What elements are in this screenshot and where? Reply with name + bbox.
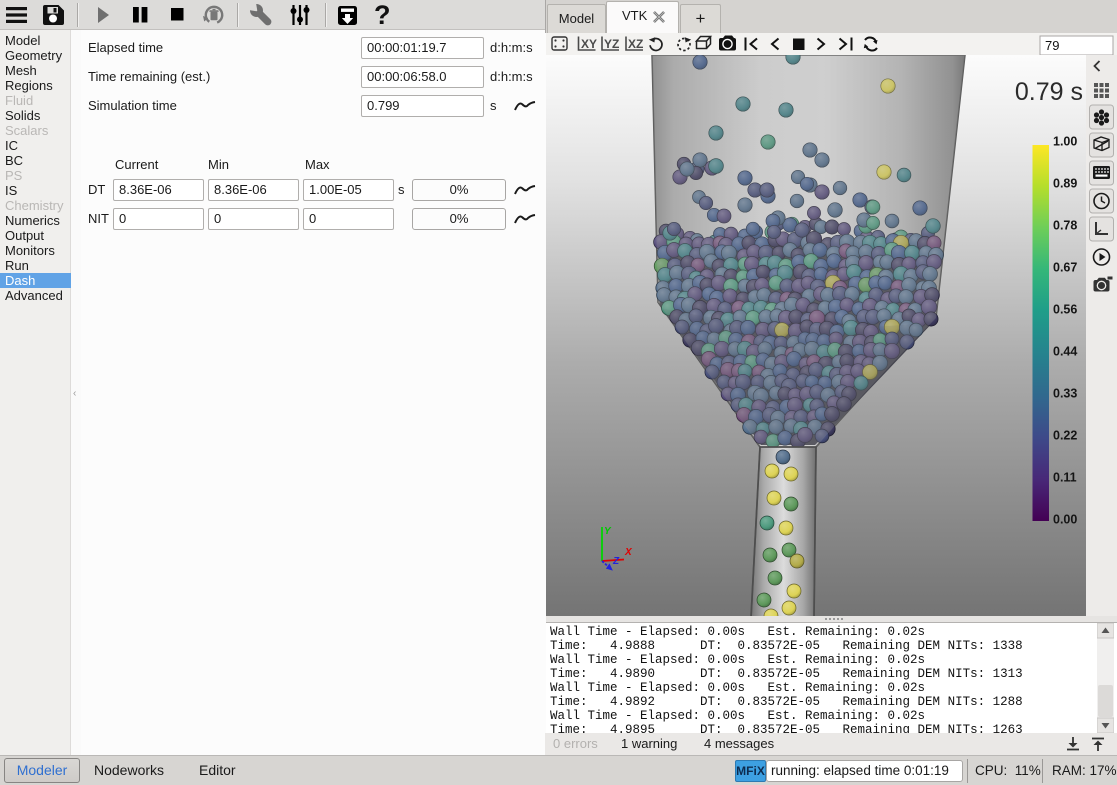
svg-text:?: ? — [374, 0, 391, 30]
svg-text:X: X — [624, 547, 633, 558]
svg-text:0.00: 0.00 — [1053, 513, 1077, 527]
svg-text:XZ: XZ — [628, 37, 643, 51]
svg-text:0.33: 0.33 — [1053, 387, 1077, 401]
svg-text:0.89: 0.89 — [1053, 177, 1077, 191]
svg-text:YZ: YZ — [604, 37, 619, 51]
svg-text:0.78: 0.78 — [1053, 219, 1077, 233]
svg-text:Z: Z — [612, 556, 620, 567]
svg-text:0.44: 0.44 — [1053, 345, 1077, 359]
svg-text:0.22: 0.22 — [1053, 429, 1077, 443]
svg-text:0.67: 0.67 — [1053, 261, 1077, 275]
svg-text:0.56: 0.56 — [1053, 303, 1077, 317]
svg-text:XY: XY — [581, 37, 597, 51]
svg-text:1.00: 1.00 — [1053, 135, 1077, 149]
svg-text:0.79 s: 0.79 s — [1015, 78, 1083, 106]
svg-text:0.11: 0.11 — [1053, 471, 1077, 485]
svg-text:79: 79 — [1045, 38, 1059, 53]
